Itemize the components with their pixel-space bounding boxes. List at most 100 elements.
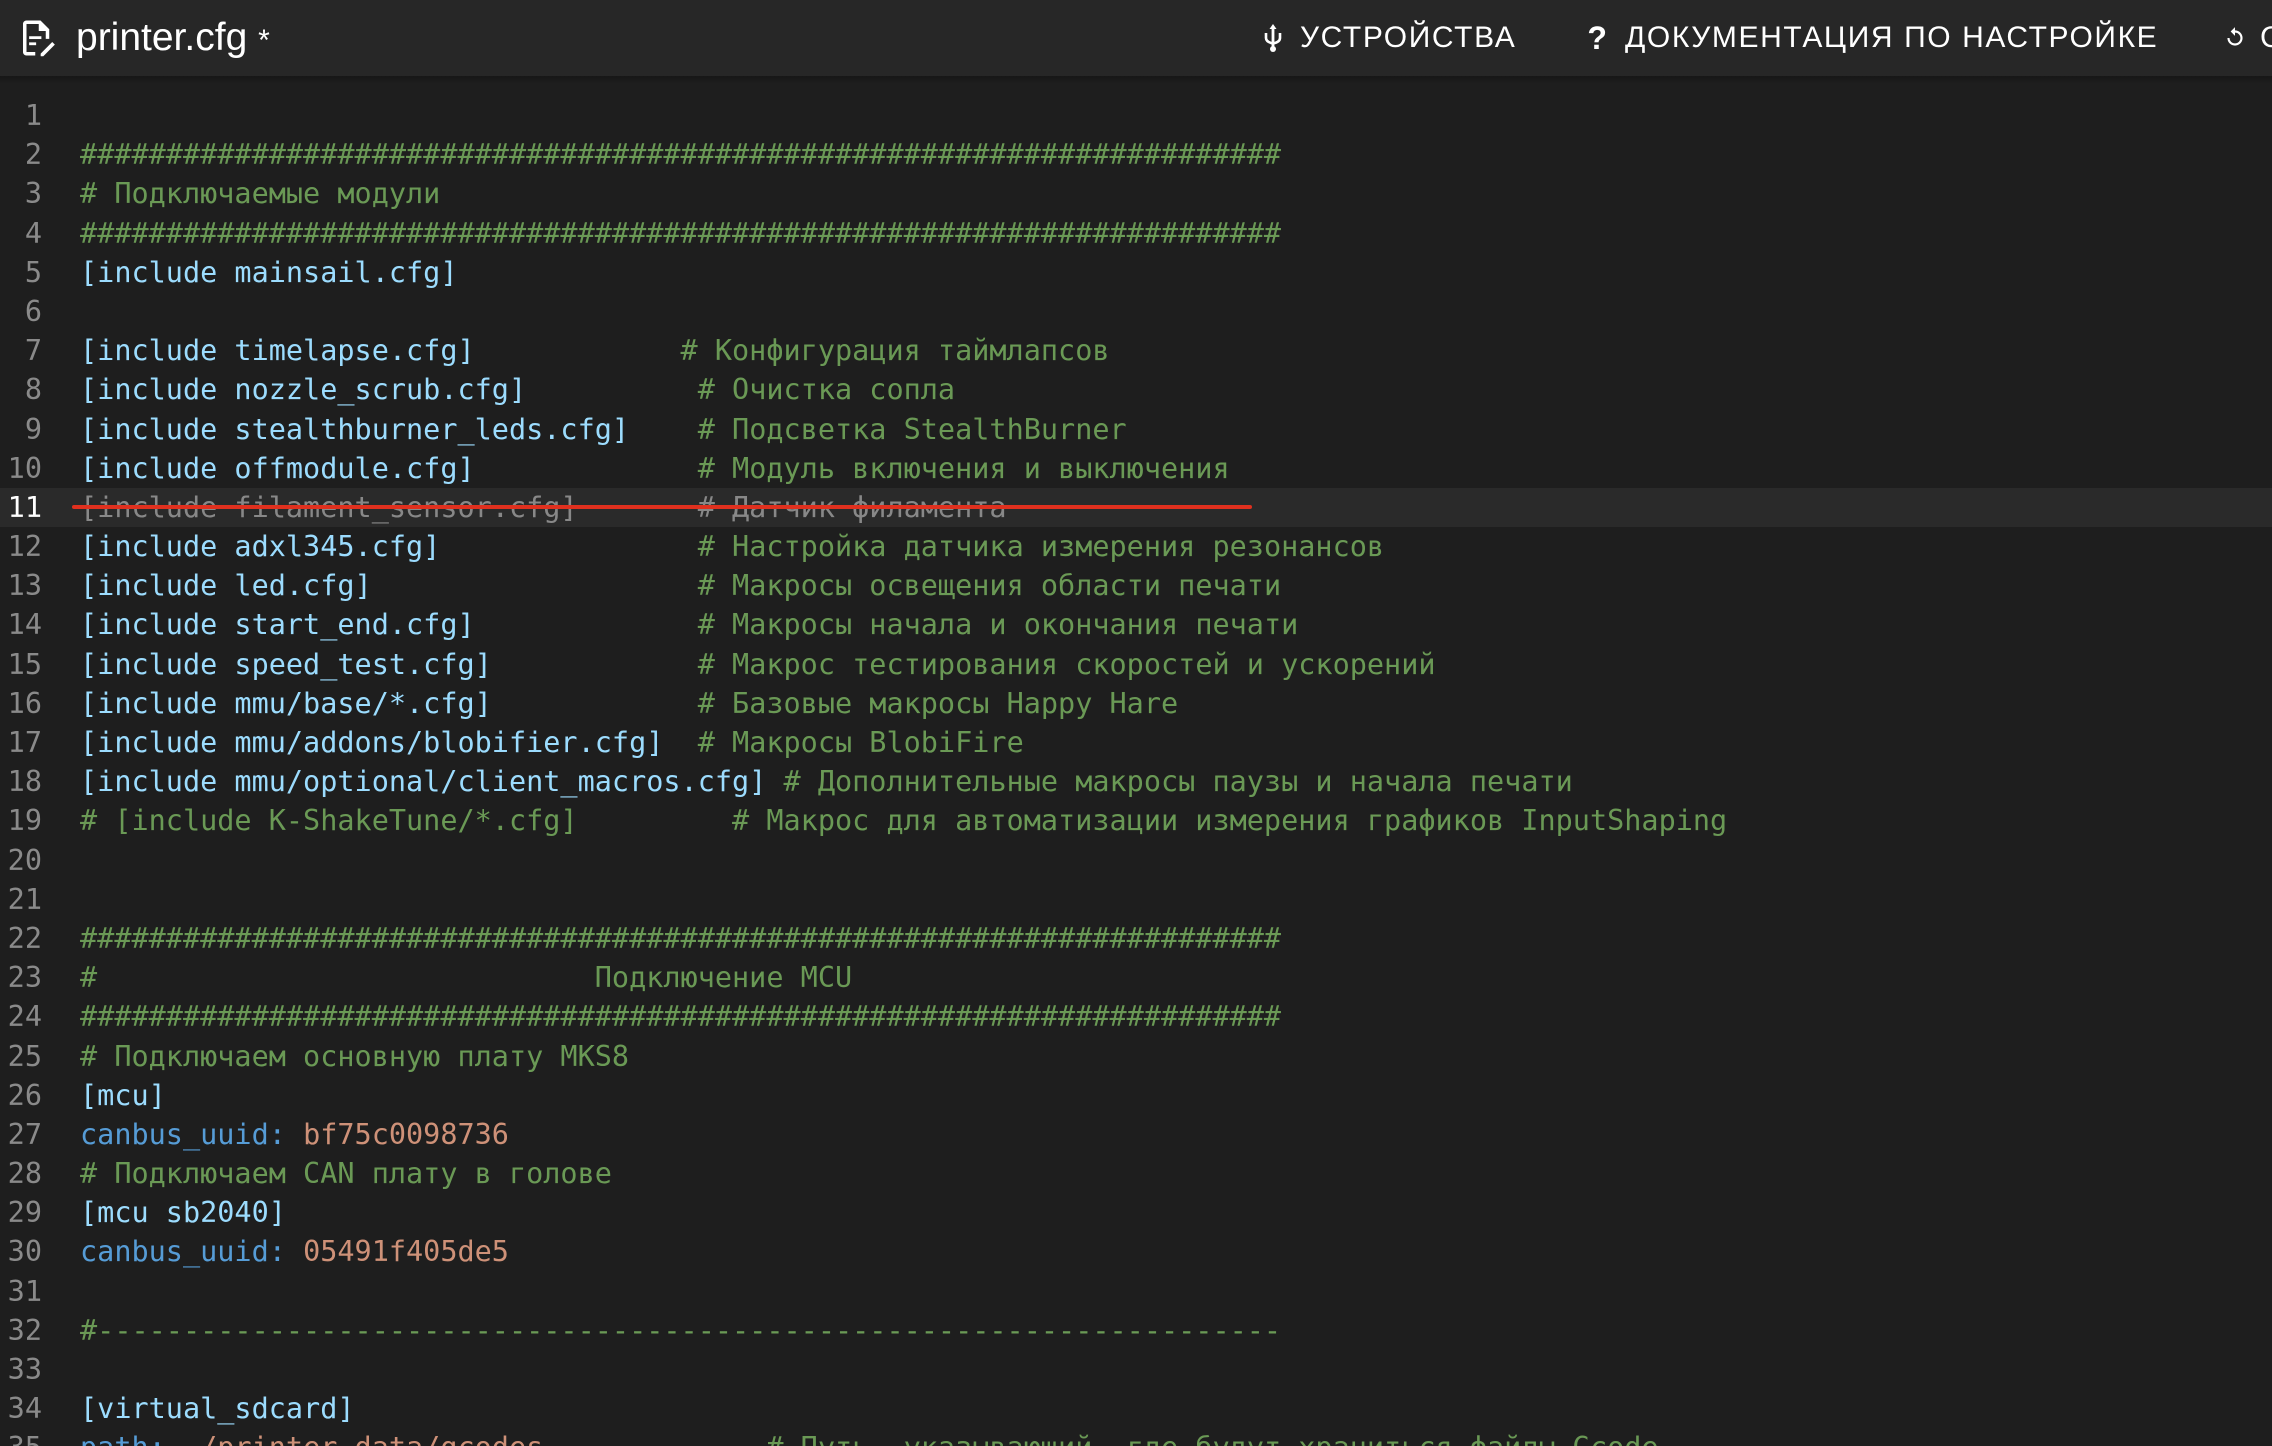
line-number: 20	[7, 843, 42, 877]
section-text: [virtual_sdcard]	[80, 1392, 355, 1426]
line-text: [include led.cfg] # Макросы освещения об…	[80, 566, 1281, 605]
strikethrough-mark	[72, 504, 1252, 509]
line-number: 4	[24, 216, 42, 250]
code-line[interactable]: 18 [include mmu/optional/client_macros.cf…	[0, 762, 2272, 801]
line-number: 7	[24, 334, 42, 368]
line-text: path: ~/printer_data/gcodes # Путь, указ…	[80, 1428, 1659, 1446]
code-line[interactable]: 15 [include speed_test.cfg] # Макрос тест…	[0, 645, 2272, 684]
line-number: 15	[7, 647, 42, 681]
code-line[interactable]: 9 [include stealthburner_leds.cfg] # Подс…	[0, 410, 2272, 449]
devices-button[interactable]: УСТРОЙСТВА	[1262, 0, 1516, 76]
line-number: 8	[24, 373, 42, 407]
line-number: 21	[7, 882, 42, 916]
line-number: 3	[24, 177, 42, 211]
comment-text: ########################################…	[80, 921, 1282, 955]
line-number: 26	[7, 1078, 42, 1112]
comment-text: # Дополнительные макросы паузы и начала …	[783, 765, 1573, 799]
code-line[interactable]: 12 [include adxl345.cfg] # Настройка датч…	[0, 527, 2272, 566]
code-line[interactable]: 21	[0, 880, 2272, 919]
line-number: 1	[24, 99, 42, 132]
line-text: [include nozzle_scrub.cfg] # Очистка соп…	[80, 370, 955, 409]
comment-text: # Макрос тестирования скоростей и ускоре…	[697, 647, 1436, 681]
line-text: # Подключаем CAN плату в голове	[80, 1154, 612, 1193]
code-line[interactable]: 22 ######################################…	[0, 919, 2272, 958]
code-line[interactable]: 30 canbus_uuid: 05491f405de5	[0, 1232, 2272, 1271]
code-line[interactable]: 13 [include led.cfg] # Макросы освещения …	[0, 566, 2272, 605]
editor-toolbar: printer.cfg * УСТРОЙСТВА ? ДОКУМЕНТАЦИЯ …	[0, 0, 2272, 76]
code-line[interactable]: 3 # Подключаемые модули	[0, 174, 2272, 213]
line-number: 33	[7, 1353, 42, 1386]
section-text: [include mmu/optional/client_macros.cfg]	[80, 765, 784, 799]
restart-button[interactable]: С	[2222, 0, 2272, 76]
comment-text: # Очистка сопла	[697, 373, 956, 407]
code-line[interactable]: 28 # Подключаем CAN плату в голове	[0, 1154, 2272, 1193]
line-text: [include adxl345.cfg] # Настройка датчик…	[80, 527, 1384, 566]
code-line[interactable]: 17 [include mmu/addons/blobifier.cfg] # М…	[0, 723, 2272, 762]
section-text: [include adxl345.cfg]	[80, 530, 698, 564]
comment-text: # Подключаем CAN плату в голове	[80, 1157, 612, 1191]
section-text: [include mmu/addons/blobifier.cfg]	[80, 726, 698, 759]
line-text: [virtual_sdcard]	[80, 1389, 355, 1428]
code-line[interactable]: 24 ######################################…	[0, 997, 2272, 1036]
code-line[interactable]: 5 [include mainsail.cfg]	[0, 253, 2272, 292]
code-line[interactable]: 6	[0, 292, 2272, 331]
line-text: [mcu]	[80, 1076, 166, 1115]
line-text: [include stealthburner_leds.cfg] # Подсв…	[80, 410, 1127, 449]
code-line[interactable]: 35 path: ~/printer_data/gcodes # Путь, ук…	[0, 1428, 2272, 1446]
code-line[interactable]: 2 #######################################…	[0, 135, 2272, 174]
code-line[interactable]: 29 [mcu sb2040]	[0, 1193, 2272, 1232]
comment-text: # [include K-ShakeTune/*.cfg] # Макрос д…	[80, 804, 1728, 838]
code-line[interactable]: 25 # Подключаем основную плату MKS8	[0, 1037, 2272, 1076]
code-line[interactable]: 26 [mcu]	[0, 1076, 2272, 1115]
docs-button[interactable]: ? ДОКУМЕНТАЦИЯ ПО НАСТРОЙКЕ	[1587, 0, 2158, 76]
section-text: [include start_end.cfg]	[80, 608, 698, 642]
code-line[interactable]: 31	[0, 1272, 2272, 1311]
comment-text: # Настройка датчика измерения резонансов	[697, 530, 1385, 564]
section-text: [include mainsail.cfg]	[80, 255, 458, 289]
usb-icon	[1264, 24, 1282, 52]
line-text: # Подключение MCU	[80, 958, 852, 997]
section-text: [include offmodule.cfg]	[80, 451, 698, 485]
line-text: [include mainsail.cfg]	[80, 253, 458, 292]
section-text: [mcu sb2040]	[80, 1196, 286, 1230]
file-edit-icon	[23, 20, 55, 57]
comment-text: # Макросы освещения области печати	[697, 569, 1282, 603]
line-text: ########################################…	[80, 214, 1281, 253]
code-line[interactable]: 20	[0, 841, 2272, 880]
line-number: 11	[7, 490, 42, 524]
code-line[interactable]: 4 #######################################…	[0, 214, 2272, 253]
code-line[interactable]: 33	[0, 1350, 2272, 1389]
devices-label: УСТРОЙСТВА	[1300, 21, 1517, 54]
toolbar-divider	[0, 76, 2272, 84]
code-line[interactable]: 8 [include nozzle_scrub.cfg] # Очистка со…	[0, 370, 2272, 409]
code-line[interactable]: 23 # Подключение MCU	[0, 958, 2272, 997]
line-number: 5	[24, 255, 42, 289]
code-line[interactable]: 1	[0, 96, 2272, 135]
comment-text: # Путь, указывающий, где будут храниться…	[766, 1431, 1658, 1446]
line-number: 28	[7, 1157, 42, 1191]
code-line[interactable]: 32 #-------------------------------------…	[0, 1311, 2272, 1350]
line-number: 22	[7, 921, 42, 955]
section-text: [include led.cfg]	[80, 569, 698, 603]
code-line[interactable]: 11 [include filament_sensor.cfg] # Датчик…	[0, 487, 2272, 528]
line-number: 10	[7, 451, 42, 485]
code-line[interactable]: 14 [include start_end.cfg] # Макросы нача…	[0, 605, 2272, 644]
option-value: bf75c0098736	[285, 1117, 509, 1151]
code-editor[interactable]: 1 2 ######################################…	[0, 96, 2272, 1446]
code-line[interactable]: 19 # [include K-ShakeTune/*.cfg] # Макрос…	[0, 801, 2272, 840]
file-title: printer.cfg *	[76, 15, 270, 64]
comment-text: # Конфигурация таймлапсов	[680, 334, 1110, 368]
code-line[interactable]: 10 [include offmodule.cfg] # Модуль включ…	[0, 449, 2272, 488]
comment-text: # Подключаемые модули	[80, 177, 441, 211]
line-number: 31	[7, 1274, 42, 1308]
code-line[interactable]: 34 [virtual_sdcard]	[0, 1389, 2272, 1428]
comment-text: # Макросы начала и окончания печати	[697, 608, 1299, 642]
line-text: [include speed_test.cfg] # Макрос тестир…	[80, 645, 1436, 684]
restart-label: С	[2260, 21, 2272, 55]
code-line[interactable]: 27 canbus_uuid: bf75c0098736	[0, 1115, 2272, 1154]
code-line[interactable]: 7 [include timelapse.cfg] # Конфигурация …	[0, 331, 2272, 370]
line-text: # Подключаем основную плату MKS8	[80, 1037, 629, 1076]
code-line[interactable]: 16 [include mmu/base/*.cfg] # Базовые мак…	[0, 684, 2272, 723]
option-key: canbus_uuid:	[80, 1235, 286, 1269]
line-number: 19	[7, 804, 42, 838]
